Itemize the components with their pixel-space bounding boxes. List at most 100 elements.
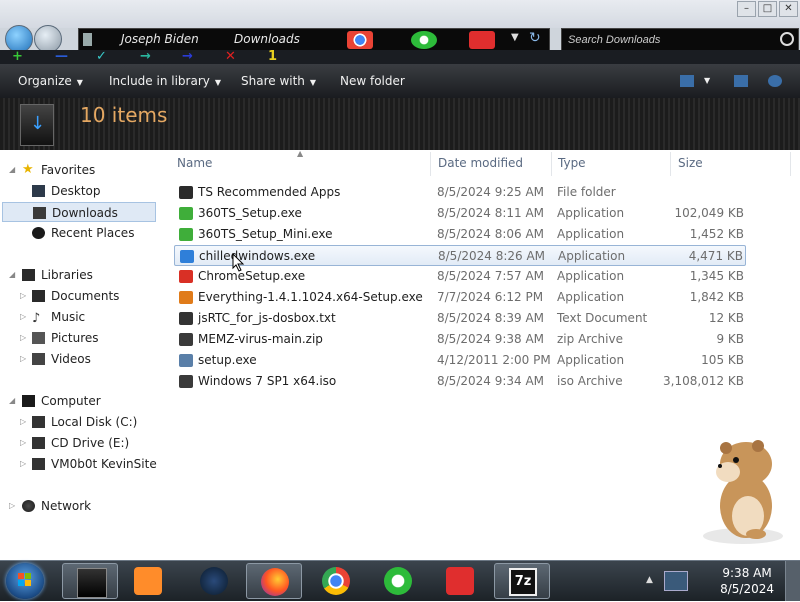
preview-pane-icon[interactable] bbox=[734, 75, 748, 87]
refresh-icon[interactable]: ↻ bbox=[529, 30, 541, 46]
chrome-icon bbox=[347, 31, 373, 49]
folder-icon bbox=[83, 33, 92, 46]
navigation-bar: Joseph Biden Downloads ▼ ↻ bbox=[0, 25, 800, 53]
new-folder-button[interactable]: New folder bbox=[340, 64, 405, 98]
check-icon[interactable]: ✓ bbox=[96, 50, 107, 63]
file-name: jsRTC_for_js-dosbox.txt bbox=[198, 311, 336, 325]
expand-arrow-icon[interactable]: ◢ bbox=[9, 165, 15, 174]
organize-button[interactable]: Organize ▼ bbox=[18, 64, 83, 98]
x-icon[interactable]: ✕ bbox=[225, 50, 236, 63]
taskbar-globe[interactable] bbox=[186, 563, 242, 599]
taskbar-media-player[interactable] bbox=[120, 563, 176, 599]
column-header-size[interactable]: Size bbox=[678, 156, 703, 170]
column-header-date[interactable]: Date modified bbox=[438, 156, 523, 170]
column-divider[interactable] bbox=[551, 152, 552, 176]
chevron-down-icon[interactable]: ▼ bbox=[704, 64, 710, 98]
chevron-down-icon: ▼ bbox=[214, 78, 222, 87]
360-browser-icon bbox=[384, 567, 412, 595]
iso-archive-icon bbox=[179, 375, 193, 388]
file-size: 9 KB bbox=[716, 332, 744, 346]
360-icon bbox=[179, 207, 193, 220]
expand-arrow-icon[interactable]: ▷ bbox=[20, 459, 26, 468]
table-row[interactable]: 360TS_Setup_Mini.exe 8/5/2024 8:06 AM Ap… bbox=[174, 224, 746, 245]
include-label: Include in library bbox=[109, 74, 210, 88]
column-header-type[interactable]: Type bbox=[558, 156, 586, 170]
file-type: Application bbox=[557, 269, 625, 283]
table-row[interactable]: 360TS_Setup.exe 8/5/2024 8:11 AM Applica… bbox=[174, 203, 746, 224]
network-status-icon[interactable] bbox=[664, 571, 688, 591]
clock[interactable]: 9:38 AM 8/5/2024 bbox=[720, 565, 774, 597]
taskbar-wps-office[interactable] bbox=[432, 563, 488, 599]
file-name: 360TS_Setup.exe bbox=[198, 206, 302, 220]
sidebar-item-label: VM0b0t KevinSite bbox=[51, 457, 157, 471]
close-button[interactable]: ✕ bbox=[779, 1, 798, 17]
file-name: 360TS_Setup_Mini.exe bbox=[198, 227, 333, 241]
table-row-selected[interactable]: chilledwindows.exe 8/5/2024 8:26 AM Appl… bbox=[174, 245, 746, 266]
column-divider[interactable] bbox=[430, 152, 431, 176]
cd-drive-icon bbox=[32, 437, 45, 449]
chevron-down-icon[interactable]: ▼ bbox=[511, 32, 519, 43]
table-row[interactable]: jsRTC_for_js-dosbox.txt 8/5/2024 8:39 AM… bbox=[174, 308, 746, 329]
file-size: 1,842 KB bbox=[689, 290, 744, 304]
folder-header: ↓ 10 items bbox=[0, 98, 800, 150]
expand-arrow-icon[interactable]: ▷ bbox=[9, 501, 15, 510]
plus-icon[interactable]: + bbox=[12, 50, 23, 63]
breadcrumb-downloads[interactable]: Downloads bbox=[234, 32, 300, 46]
expand-arrow-icon[interactable]: ▷ bbox=[20, 417, 26, 426]
minus-icon[interactable]: — bbox=[55, 50, 68, 63]
search-icon[interactable] bbox=[780, 32, 794, 46]
taskbar-360-browser[interactable] bbox=[370, 563, 426, 599]
taskbar-chrome[interactable] bbox=[308, 563, 364, 599]
show-desktop-button[interactable] bbox=[785, 561, 800, 601]
icon-strip: + — ✓ → → ✕ 1 bbox=[0, 50, 800, 64]
help-icon[interactable] bbox=[768, 75, 782, 87]
column-divider[interactable] bbox=[790, 152, 791, 176]
table-row[interactable]: Everything-1.4.1.1024.x64-Setup.exe 7/7/… bbox=[174, 287, 746, 308]
number-one-icon[interactable]: 1 bbox=[268, 50, 277, 63]
sidebar-item-downloads[interactable]: Downloads bbox=[2, 202, 156, 222]
expand-arrow-icon[interactable]: ◢ bbox=[9, 270, 15, 279]
table-row[interactable]: MEMZ-virus-main.zip 8/5/2024 9:38 AM zip… bbox=[174, 329, 746, 350]
restore-button[interactable]: □ bbox=[758, 1, 777, 17]
search-box bbox=[561, 28, 799, 52]
expand-arrow-icon[interactable]: ▷ bbox=[20, 312, 26, 321]
zip-archive-icon bbox=[179, 333, 193, 346]
expand-arrow-icon[interactable]: ▷ bbox=[20, 291, 26, 300]
arrow-right-icon[interactable]: → bbox=[140, 50, 151, 63]
start-button[interactable] bbox=[6, 563, 44, 599]
file-size: 1,345 KB bbox=[689, 269, 744, 283]
breadcrumb-user[interactable]: Joseph Biden bbox=[121, 32, 199, 46]
file-type: Application bbox=[557, 206, 625, 220]
table-row[interactable]: setup.exe 4/12/2011 2:00 PM Application … bbox=[174, 350, 746, 371]
table-row[interactable]: Windows 7 SP1 x64.iso 8/5/2024 9:34 AM i… bbox=[174, 371, 746, 392]
window-controls: – □ ✕ bbox=[737, 1, 798, 17]
table-row[interactable]: ChromeSetup.exe 8/5/2024 7:57 AM Applica… bbox=[174, 266, 746, 287]
expand-arrow-icon[interactable]: ◢ bbox=[9, 396, 15, 405]
file-name: setup.exe bbox=[198, 353, 257, 367]
taskbar-7zip[interactable]: 7z bbox=[494, 563, 550, 599]
disk-drive-icon bbox=[32, 416, 45, 428]
file-size: 1,452 KB bbox=[689, 227, 744, 241]
share-with-button[interactable]: Share with ▼ bbox=[241, 64, 316, 98]
table-row[interactable]: TS Recommended Apps 8/5/2024 9:25 AM Fil… bbox=[174, 182, 746, 203]
column-divider[interactable] bbox=[670, 152, 671, 176]
expand-arrow-icon[interactable]: ▷ bbox=[20, 354, 26, 363]
include-in-library-button[interactable]: Include in library ▼ bbox=[109, 64, 221, 98]
search-input[interactable] bbox=[566, 31, 775, 49]
file-name: chilledwindows.exe bbox=[199, 249, 316, 263]
file-name: Windows 7 SP1 x64.iso bbox=[198, 374, 337, 388]
view-options-icon[interactable] bbox=[680, 75, 694, 87]
expand-arrow-icon[interactable]: ▷ bbox=[20, 333, 26, 342]
setup-icon bbox=[179, 354, 193, 367]
file-date: 8/5/2024 8:11 AM bbox=[437, 206, 545, 220]
expand-arrow-icon[interactable]: ▷ bbox=[20, 438, 26, 447]
minimize-button[interactable]: – bbox=[737, 1, 756, 17]
show-hidden-icons-button[interactable]: ▲ bbox=[646, 575, 653, 585]
arrow-right-icon[interactable]: → bbox=[182, 50, 193, 63]
hamster-mascot bbox=[703, 440, 783, 544]
taskbar-firefox[interactable] bbox=[246, 563, 302, 599]
taskbar-explorer[interactable] bbox=[62, 563, 118, 599]
navigation-pane: ◢ ★ Favorites Desktop Downloads Recent P… bbox=[0, 150, 170, 560]
file-date: 7/7/2024 6:12 PM bbox=[437, 290, 544, 304]
column-header-name[interactable]: Name bbox=[177, 156, 212, 170]
